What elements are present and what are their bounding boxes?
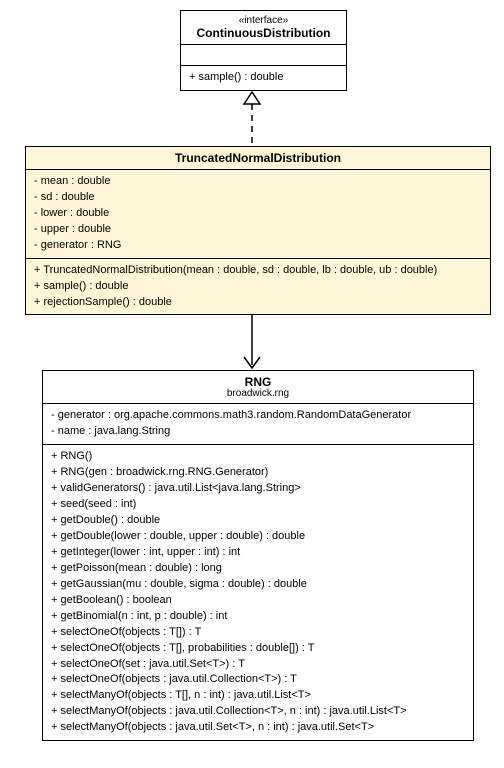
attribute-signature: - sd : double: [34, 190, 482, 206]
class-name: RNG: [245, 375, 272, 389]
method-signature: + rejectionSample() : double: [34, 295, 482, 311]
method-signature: + sample() : double: [189, 70, 338, 86]
method-signature: + getBinomial(n : int, p : double) : int: [51, 609, 465, 625]
method-signature: + TruncatedNormalDistribution(mean : dou…: [34, 263, 482, 279]
class-name-compartment: «interface» ContinuousDistribution: [181, 11, 346, 45]
attribute-signature: - name : java.lang.String: [51, 424, 465, 440]
method-signature: + selectOneOf(set : java.util.Set<T>) : …: [51, 657, 465, 673]
attribute-signature: - upper : double: [34, 222, 482, 238]
stereotype-label: «interface»: [191, 15, 336, 26]
class-name: TruncatedNormalDistribution: [175, 151, 341, 165]
method-signature: + validGenerators() : java.util.List<jav…: [51, 481, 465, 497]
attributes-compartment: - generator : org.apache.commons.math3.r…: [43, 404, 473, 445]
uml-class-diagram: «interface» ContinuousDistribution + sam…: [10, 10, 494, 741]
method-signature: + getPoisson(mean : double) : long: [51, 561, 465, 577]
methods-compartment: + RNG()+ RNG(gen : broadwick.rng.RNG.Gen…: [43, 445, 473, 740]
method-signature: + getInteger(lower : int, upper : int) :…: [51, 545, 465, 561]
method-signature: + getDouble() : double: [51, 513, 465, 529]
class-package: broadwick.rng: [53, 388, 463, 399]
attribute-signature: - mean : double: [34, 174, 482, 190]
method-signature: + getBoolean() : boolean: [51, 593, 465, 609]
method-signature: + getDouble(lower : double, upper : doub…: [51, 529, 465, 545]
method-signature: + selectOneOf(objects : T[]) : T: [51, 625, 465, 641]
method-signature: + seed(seed : int): [51, 497, 465, 513]
methods-compartment: + sample() : double: [181, 66, 346, 90]
class-name-compartment: RNG broadwick.rng: [43, 371, 473, 404]
class-name: ContinuousDistribution: [191, 26, 336, 40]
attribute-signature: - generator : RNG: [34, 238, 482, 254]
class-continuous-distribution: «interface» ContinuousDistribution + sam…: [180, 10, 347, 91]
attributes-compartment: [181, 45, 346, 66]
realization-connector: [10, 91, 494, 146]
association-connector: [10, 315, 494, 370]
method-signature: + selectManyOf(objects : T[], n : int) :…: [51, 688, 465, 704]
method-signature: + RNG(): [51, 449, 465, 465]
attribute-signature: - lower : double: [34, 206, 482, 222]
attributes-compartment: - mean : double- sd : double- lower : do…: [26, 170, 490, 259]
method-signature: + selectManyOf(objects : java.util.Colle…: [51, 704, 465, 720]
method-signature: + selectOneOf(objects : T[], probabiliti…: [51, 641, 465, 657]
class-name-compartment: TruncatedNormalDistribution: [26, 147, 490, 170]
method-signature: + RNG(gen : broadwick.rng.RNG.Generator): [51, 465, 465, 481]
method-signature: + sample() : double: [34, 279, 482, 295]
method-signature: + getGaussian(mu : double, sigma : doubl…: [51, 577, 465, 593]
class-rng: RNG broadwick.rng - generator : org.apac…: [42, 370, 474, 741]
methods-compartment: + TruncatedNormalDistribution(mean : dou…: [26, 259, 490, 315]
method-signature: + selectOneOf(objects : java.util.Collec…: [51, 672, 465, 688]
attribute-signature: - generator : org.apache.commons.math3.r…: [51, 408, 465, 424]
method-signature: + selectManyOf(objects : java.util.Set<T…: [51, 720, 465, 736]
class-truncated-normal-distribution: TruncatedNormalDistribution - mean : dou…: [25, 146, 491, 316]
